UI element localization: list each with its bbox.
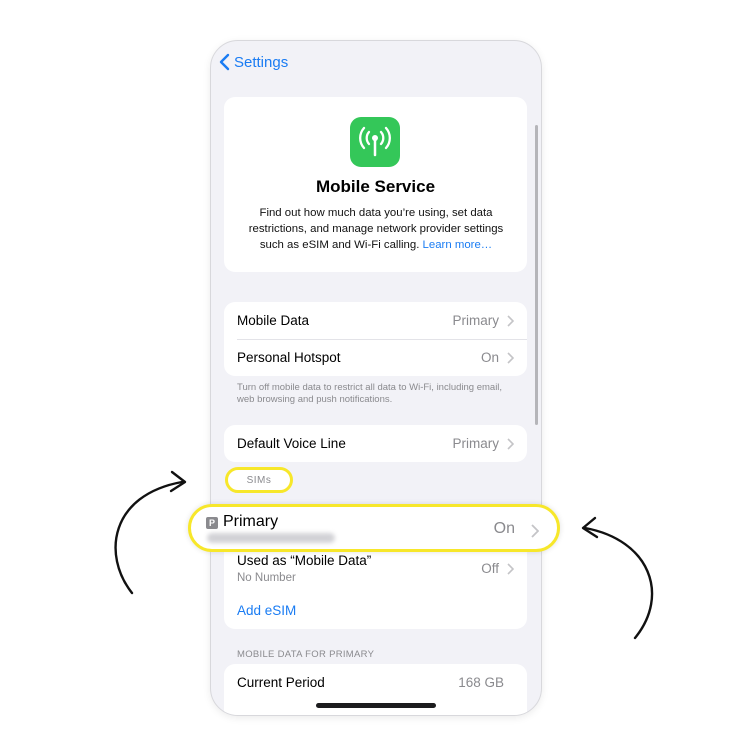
- chevron-right-icon: [507, 437, 514, 450]
- page-title: Mobile Service: [315, 177, 436, 196]
- sims-section-header-highlight: SIMs: [225, 467, 293, 493]
- row-label: Personal Hotspot: [237, 350, 341, 365]
- usage-section-header: MOBILE DATA FOR PRIMARY: [237, 649, 375, 660]
- back-label[interactable]: Settings: [234, 54, 288, 71]
- sim-primary-row-highlight[interactable]: P Primary On: [188, 504, 560, 552]
- chevron-right-icon: [531, 524, 539, 538]
- row-label: Default Voice Line: [237, 436, 346, 451]
- row-value: 168 GB: [458, 675, 504, 690]
- chevron-right-icon: [507, 351, 514, 364]
- mobile-service-header-card: Mobile Service Find out how much data yo…: [224, 97, 527, 272]
- usage-group: Current Period 168 GB: [224, 664, 527, 715]
- scrollbar[interactable]: [535, 125, 538, 425]
- add-esim-row[interactable]: Add eSIM: [224, 592, 527, 629]
- annotation-arrow-left-icon: [114, 470, 187, 595]
- learn-more-link[interactable]: Learn more…: [423, 239, 493, 251]
- row-label: Current Period: [237, 675, 325, 690]
- page-description: Find out how much data you’re using, set…: [242, 205, 510, 253]
- sim-secondary-row[interactable]: Used as “Mobile Data” No Number Off: [224, 548, 527, 592]
- mobile-data-row[interactable]: Mobile Data Primary: [224, 302, 527, 339]
- sims-header-label: SIMs: [246, 474, 272, 486]
- sim-number: No Number: [237, 572, 296, 584]
- antenna-icon: [350, 117, 400, 167]
- chevron-right-icon: [507, 563, 514, 575]
- sim-status: Off: [481, 561, 499, 576]
- chevron-left-icon: [219, 53, 230, 71]
- add-esim-link[interactable]: Add eSIM: [237, 603, 514, 618]
- row-value: Primary: [452, 313, 500, 328]
- phone-screen: Settings Mobile Service Find out how muc…: [210, 40, 542, 716]
- navigation-bar: Settings: [211, 41, 541, 85]
- mobile-data-footnote: Turn off mobile data to restrict all dat…: [237, 382, 503, 405]
- sim-primary-status: On: [493, 520, 515, 537]
- sim-primary-label: Primary: [223, 513, 279, 530]
- personal-hotspot-row[interactable]: Personal Hotspot On: [224, 339, 527, 376]
- row-value: Primary: [452, 436, 500, 451]
- primary-badge-icon: P: [206, 517, 218, 529]
- row-value: On: [480, 350, 499, 365]
- blurred-phone-number: [207, 533, 335, 543]
- current-period-row: Current Period 168 GB: [224, 664, 527, 701]
- row-label: Mobile Data: [237, 313, 310, 328]
- back-button[interactable]: Settings: [219, 53, 288, 71]
- mobile-data-group: Mobile Data Primary Personal Hotspot On: [224, 302, 527, 376]
- sim-label: Used as “Mobile Data”: [237, 553, 372, 568]
- chevron-right-icon: [507, 314, 514, 327]
- home-indicator: [316, 703, 436, 708]
- voice-line-group: Default Voice Line Primary: [224, 425, 527, 462]
- annotation-arrow-right-icon: [581, 516, 654, 640]
- default-voice-line-row[interactable]: Default Voice Line Primary: [224, 425, 527, 462]
